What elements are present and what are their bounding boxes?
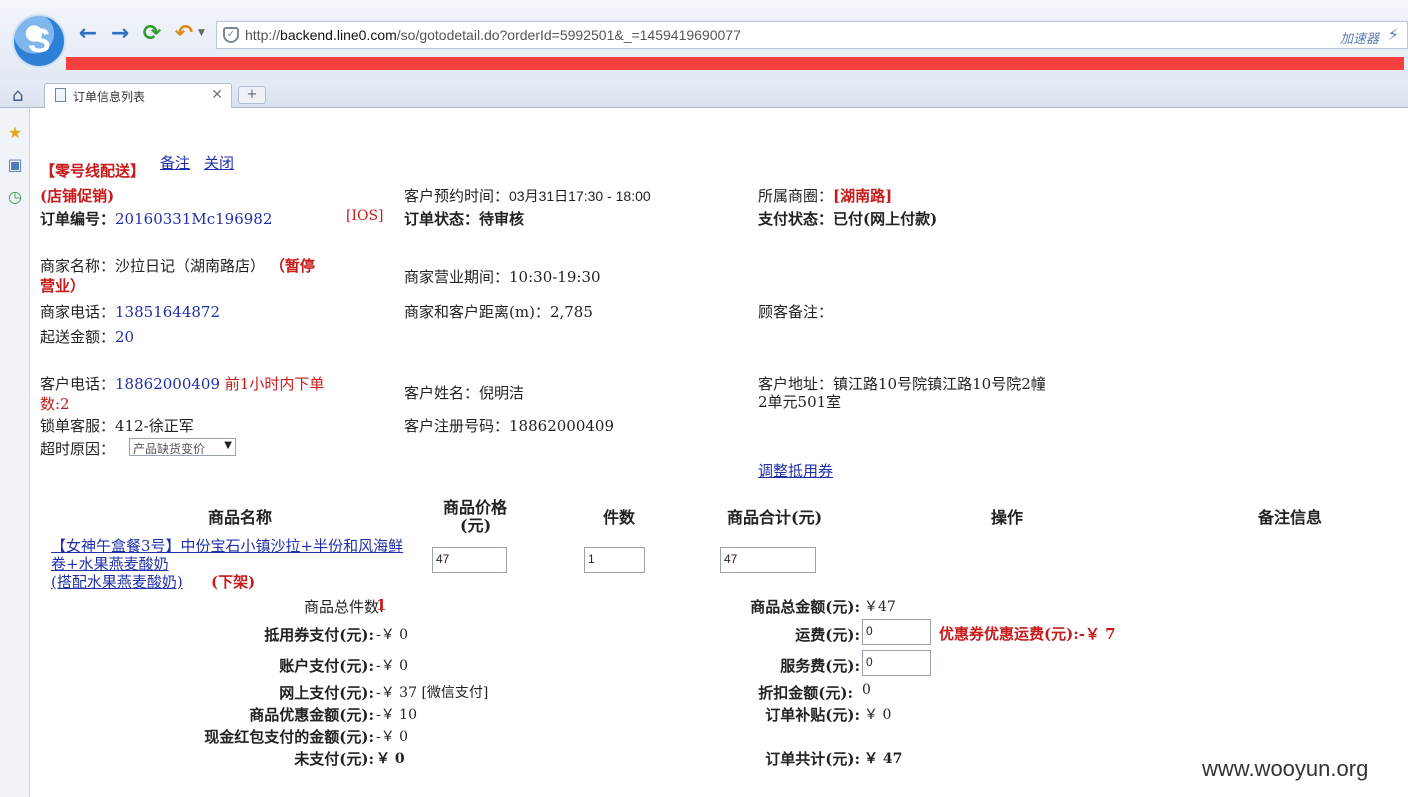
tab-order-list[interactable]: 订单信息列表 ✕ [44,83,232,108]
rebate-value: 0 [862,682,871,698]
product-option-link[interactable]: (搭配水果燕麦酸奶) [51,571,183,592]
grand-total-label: 订单共计(元): [765,750,860,768]
service-fee-label: 服务费(元): [780,657,860,675]
redpacket-label: 现金红包支付的金额(元): [204,728,374,746]
th-note: 备注信息 [1258,508,1323,527]
merchant-phone: 商家电话：13851644872 [40,303,220,321]
close-tab-icon[interactable]: ✕ [211,87,223,103]
refresh-icon[interactable]: ⟳ [140,22,164,46]
coupon-pay-value: -￥ 0 [376,627,409,643]
min-amount: 起送金额：20 [40,328,135,346]
redpacket-value: -￥ 0 [376,729,409,745]
merchant-name: 商家名称：沙拉日记（湖南路店） （暂停 [40,257,315,275]
discount-label: 商品优惠金额(元): [249,706,374,724]
order-status: 订单状态：待审核 [404,210,525,228]
subsidy-label: 订单补贴(元): [765,706,860,724]
security-shield-icon: ✓ [223,27,239,43]
new-tab-button[interactable]: + [238,86,266,104]
th-quantity: 件数 [603,508,636,527]
watermark: www.wooyun.org [1202,756,1369,781]
customer-name: 客户姓名：倪明洁 [404,384,525,402]
freight-label: 运费(元): [795,626,860,644]
appointment-time: 客户预约时间：03月31日17:30 - 18:00 [404,187,651,205]
distance: 商家和客户距离(m)：2,785 [404,303,593,321]
accelerator-label[interactable]: 加速器 [1340,28,1379,47]
recent-orders-count: 数:2 [40,395,70,413]
home-icon[interactable]: ⌂ [12,85,23,106]
freight-coupon: 优惠券优惠运费(元):-￥ 7 [939,625,1116,643]
favorites-star-icon[interactable]: ★ [6,124,24,142]
tab-title: 订单信息列表 [73,90,146,104]
business-hours: 商家营业期间：10:30-19:30 [404,268,601,286]
delivery-tag: 【零号线配送】 [40,162,146,180]
price-input[interactable]: 47 [432,547,507,573]
customer-reg-no: 客户注册号码：18862000409 [404,417,614,435]
service-fee-input[interactable]: 0 [862,650,931,676]
customer-note: 顾客备注： [758,303,834,321]
browser-toolbar: S ← → ⟳ ↶ ▼ ✓ http://backend.line0.com/s… [0,0,1408,80]
order-number: 订单编号：20160331Mc196982 [40,210,273,228]
merchant-suspended: 营业） [40,277,86,295]
account-pay-value: -￥ 0 [376,658,409,674]
chevron-down-icon: ▼ [224,440,232,451]
address-bar[interactable]: ✓ http://backend.line0.com/so/gotodetail… [216,21,1408,49]
browser-sidebar: ★ ▣ ◷ [0,108,30,797]
address-url[interactable]: http://backend.line0.com/so/gotodetail.d… [245,27,741,43]
online-pay-value: -￥ 37 [微信支付] [376,685,489,701]
total-amount-label: 商品总金额(元): [750,598,860,616]
adjust-coupon-link[interactable]: 调整抵用券 [758,460,833,481]
timeout-reason-label: 超时原因： [40,440,116,458]
freight-input[interactable]: 0 [862,619,931,645]
customer-address-line2: 2单元501室 [758,393,842,411]
close-link[interactable]: 关闭 [204,152,234,173]
reader-icon[interactable]: ▣ [6,156,24,174]
coupon-pay-label: 抵用券支付(元): [264,626,374,644]
unpaid-label: 未支付(元): [294,750,374,768]
rebate-label: 折扣金额(元): [758,684,853,702]
th-price-unit: (元) [460,516,492,535]
remark-link[interactable]: 备注 [160,152,190,173]
account-pay-label: 账户支付(元): [279,657,374,675]
tab-bar: ⌂ 订单信息列表 ✕ + [0,80,1408,108]
off-shelf-tag: (下架) [211,573,256,591]
history-clock-icon[interactable]: ◷ [6,188,24,206]
platform-tag: [IOS] [346,208,384,224]
undo-dropdown-icon[interactable]: ▼ [198,28,205,38]
redacted-bookmarks-bar [66,57,1404,70]
unpaid-value: ￥ 0 [376,751,405,767]
timeout-reason-select[interactable]: 产品缺货变价 ▼ [129,438,236,456]
lock-service: 锁单客服：412-徐正军 [40,417,194,435]
forward-arrow-icon[interactable]: → [108,22,132,46]
quantity-input[interactable]: 1 [584,547,645,573]
customer-phone: 客户电话：18862000409 前1小时内下单 [40,375,325,393]
back-arrow-icon[interactable]: ← [76,22,100,46]
th-operation: 操作 [991,508,1024,527]
th-product-name: 商品名称 [208,508,273,527]
browser-logo-icon[interactable]: S [12,14,66,68]
total-amount-value: ￥47 [864,599,896,615]
subsidy-value: ￥ 0 [864,707,892,723]
grand-total-value: ￥ 47 [864,751,903,767]
th-subtotal: 商品合计(元) [727,508,823,527]
undo-icon[interactable]: ↶ [172,22,196,46]
online-pay-label: 网上支付(元): [279,684,374,702]
subtotal-input[interactable]: 47 [720,547,816,573]
business-district: 所属商圈：[湖南路] [758,187,893,205]
total-count-label: 商品总件数: [303,598,384,616]
discount-value: -￥ 10 [376,707,417,723]
pay-status: 支付状态：已付(网上付款) [758,210,938,228]
promo-tag: (店铺促销) [40,187,115,205]
total-count-value: 1 [376,596,387,614]
lightning-icon[interactable]: ⚡ [1388,25,1399,44]
document-icon [55,88,66,102]
